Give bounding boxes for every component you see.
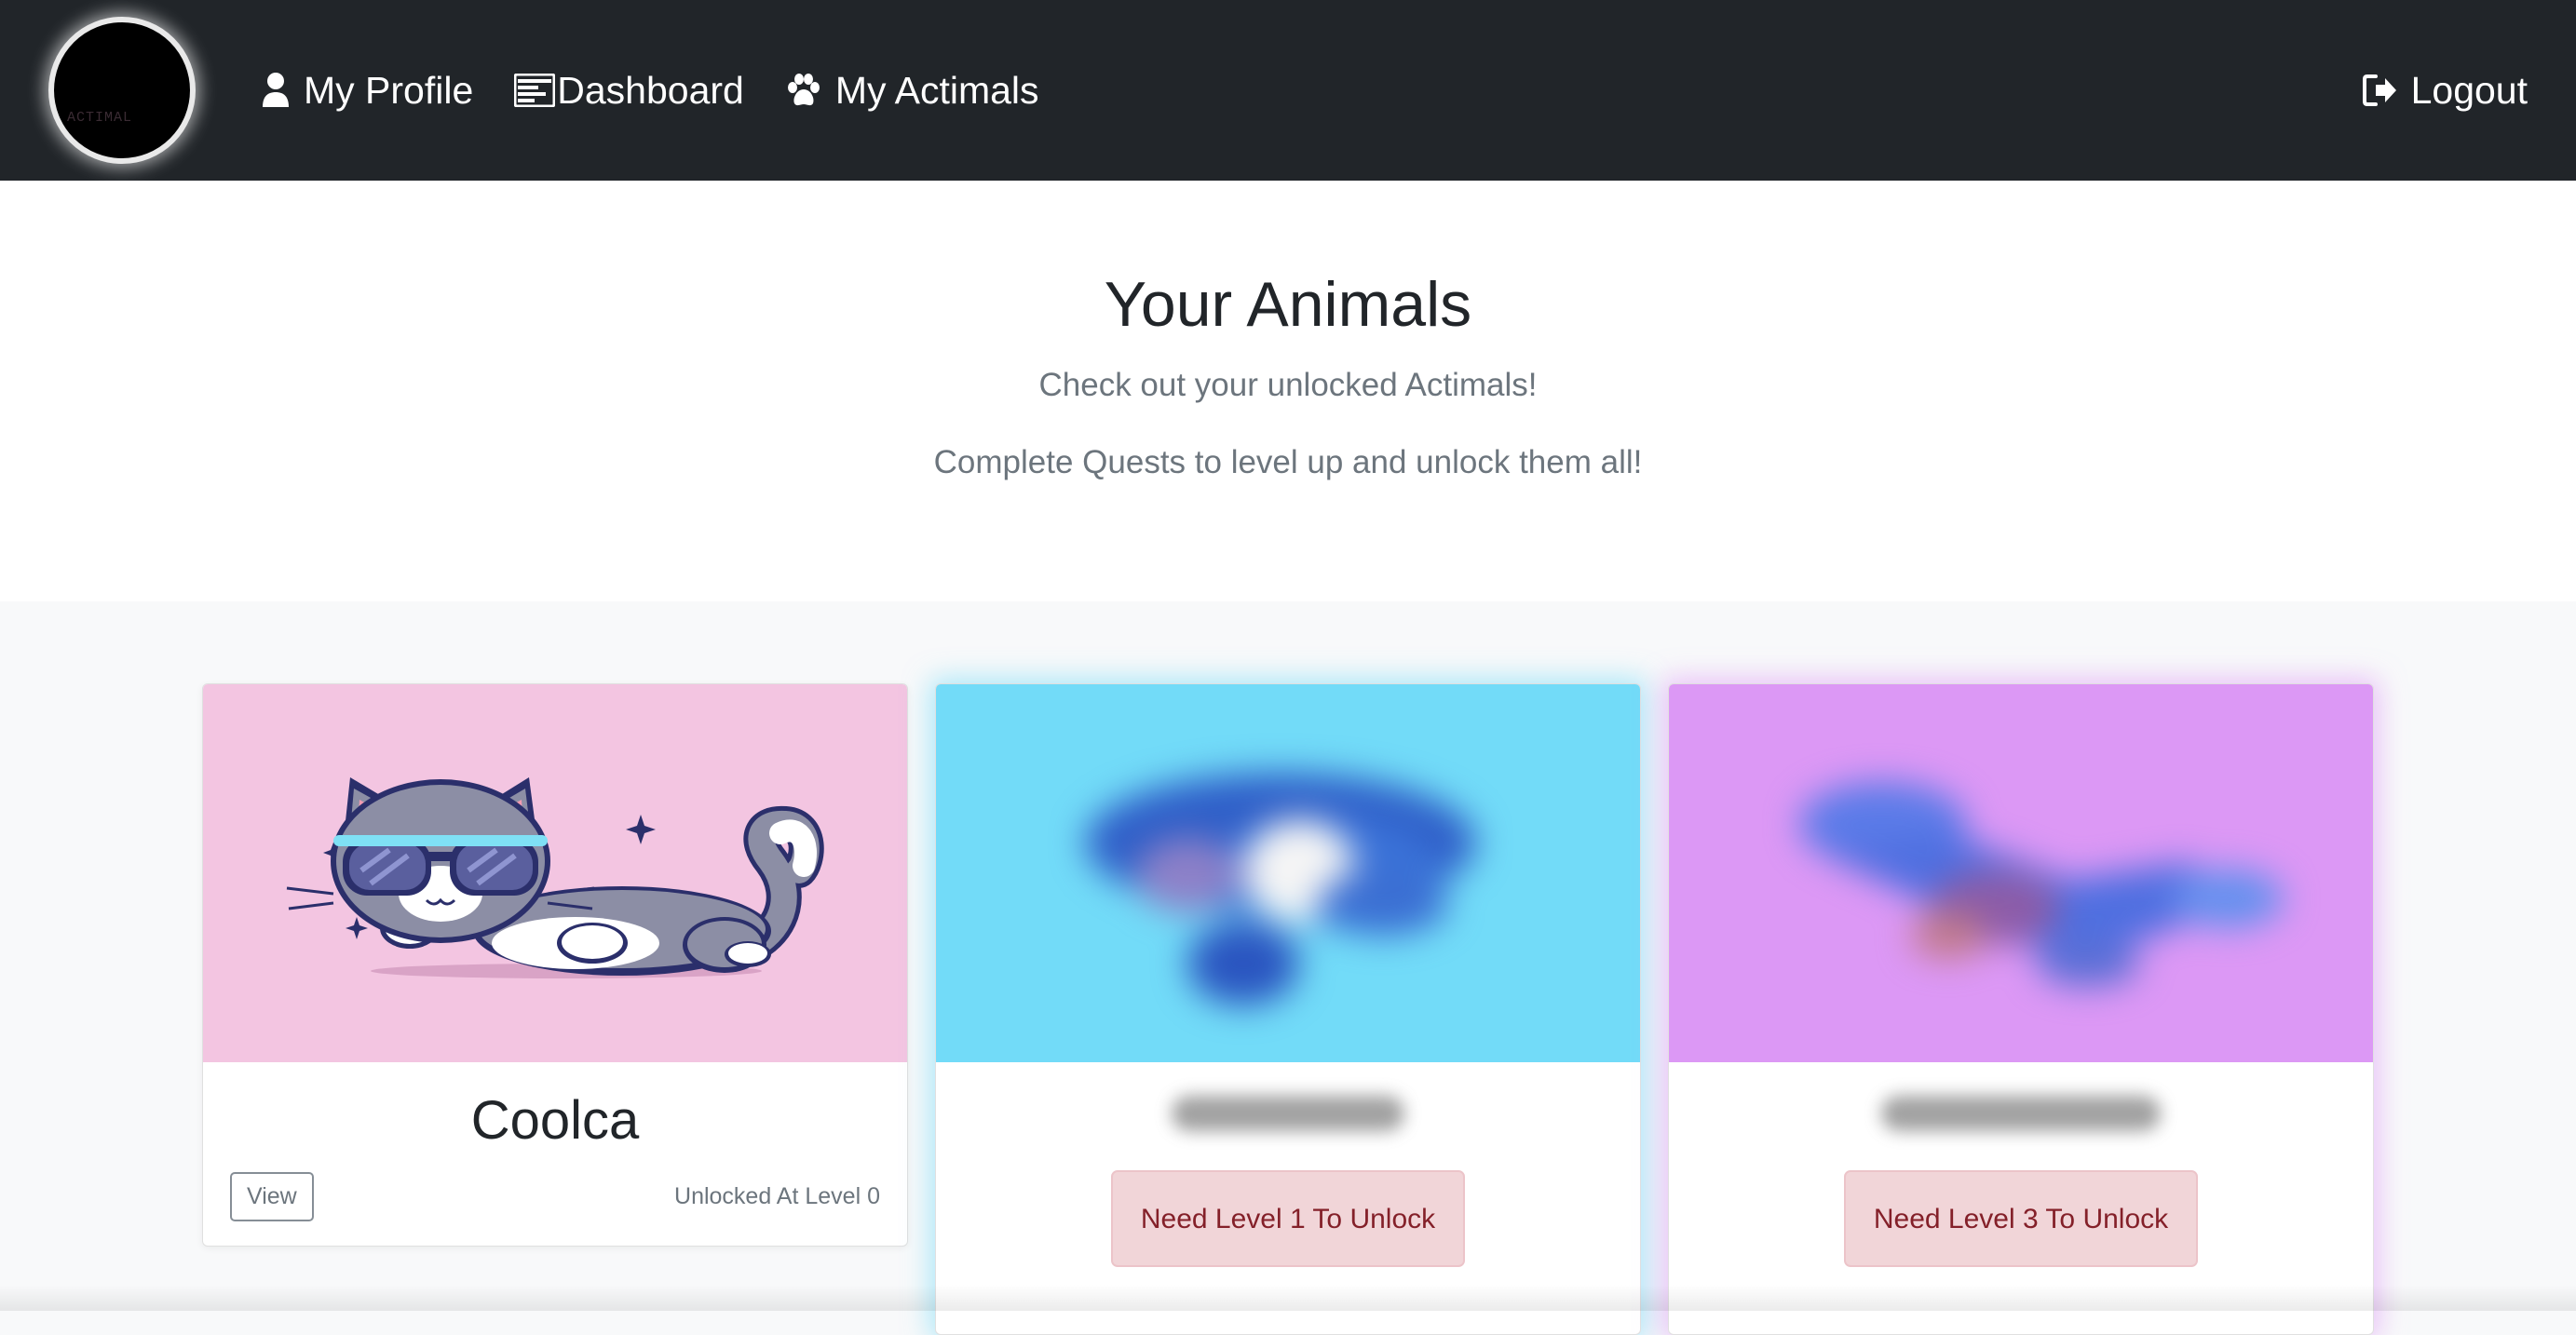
nav-my-profile-label: My Profile (304, 68, 474, 112)
animal-image-blurred (936, 684, 1640, 1062)
hero-subtitle: Check out your unlocked Actimals! (1038, 367, 1538, 403)
nav-dashboard-label: Dashboard (557, 68, 744, 112)
brand-logo[interactable]: ACTIMAL (48, 17, 196, 164)
animal-card-locked: Need Level 1 To Unlock (935, 683, 1641, 1335)
page-title: Your Animals (1104, 269, 1472, 340)
hidden-name-placeholder (1881, 1096, 2161, 1131)
nav-links: My Profile Dashboard My Actimals (261, 69, 1039, 113)
navbar: ACTIMAL My Profile Dashboard My Actimals… (0, 0, 2576, 181)
nav-my-actimals[interactable]: My Actimals (785, 69, 1039, 113)
user-icon (261, 72, 291, 109)
hero-tagline: Complete Quests to level up and unlock t… (933, 444, 1643, 480)
animal-image-blurred (1669, 684, 2373, 1062)
nav-logout-label: Logout (2410, 68, 2528, 112)
animal-card-locked: Need Level 3 To Unlock (1668, 683, 2374, 1335)
blurred-animal-illustration (1799, 782, 2284, 987)
animal-name-hidden (936, 1096, 1640, 1152)
dashboard-icon (514, 74, 556, 107)
paw-icon (785, 73, 822, 108)
nav-dashboard[interactable]: Dashboard (514, 69, 744, 113)
locked-status-badge: Need Level 1 To Unlock (1110, 1170, 1466, 1267)
nav-logout[interactable]: Logout (2362, 68, 2528, 113)
view-button[interactable]: View (230, 1172, 314, 1221)
nav-my-actimals-label: My Actimals (834, 68, 1039, 112)
animal-name: Coolca (470, 1090, 640, 1151)
blurred-animal-illustration (1085, 773, 1476, 1005)
bottom-edge-shadow (0, 1285, 2576, 1311)
hero-section: Your Animals Check out your unlocked Act… (0, 181, 2576, 601)
card-footer: View Unlocked At Level 0 (203, 1172, 907, 1221)
logout-icon (2362, 74, 2398, 107)
locked-status-badge: Need Level 3 To Unlock (1843, 1170, 2199, 1267)
cat-illustration (286, 777, 824, 978)
unlock-level-text: Unlocked At Level 0 (674, 1183, 880, 1209)
animal-name-hidden (1669, 1096, 2373, 1152)
animal-image (203, 684, 907, 1062)
animal-card: Coolca View Unlocked At Level 0 (202, 683, 908, 1247)
logo-text: ACTIMAL (67, 110, 133, 126)
nav-my-profile[interactable]: My Profile (261, 69, 473, 113)
hidden-name-placeholder (1172, 1096, 1404, 1131)
